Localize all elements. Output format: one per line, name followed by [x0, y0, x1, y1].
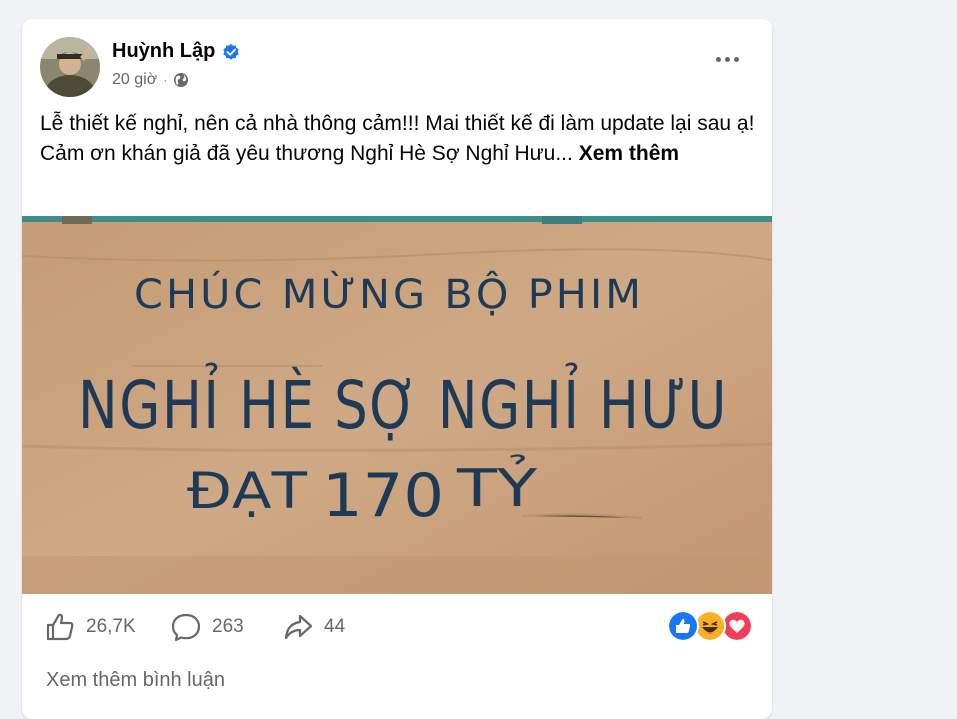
share-arrow-icon — [284, 614, 313, 640]
author-name-row: Huỳnh Lập — [112, 40, 240, 63]
photo-line1: CHÚC MỪNG BỘ PHIM — [134, 269, 644, 318]
reaction-summary[interactable] — [667, 610, 757, 642]
photo-line3-prefix: ĐẠT — [187, 462, 308, 520]
post-text-line1: Lễ thiết kế nghỉ, nên cả nhà thông cảm!!… — [40, 112, 755, 135]
comment-bubble-icon — [171, 613, 201, 642]
comment-count: 263 — [212, 616, 244, 637]
view-more-comments-link[interactable]: Xem thêm bình luận — [46, 669, 225, 692]
post-meta: 20 giờ · — [112, 71, 189, 89]
author-avatar[interactable] — [40, 37, 100, 97]
thumbs-up-icon — [46, 613, 74, 641]
photo-line3-suffix: TỶ — [456, 454, 538, 519]
like-count: 26,7K — [86, 616, 136, 637]
share-count: 44 — [324, 616, 346, 637]
author-name[interactable]: Huỳnh Lập — [112, 40, 215, 63]
globe-icon[interactable] — [173, 72, 189, 88]
post-photo[interactable]: CHÚC MỪNG BỘ PHIM NGHỈ HÈ SỢ NGHỈ HƯU ĐẠ… — [22, 216, 772, 594]
verified-badge-icon — [223, 43, 240, 60]
see-more-link[interactable]: Xem thêm — [579, 142, 679, 165]
photo-line3-number: 170 — [322, 461, 444, 531]
post-time[interactable]: 20 giờ — [112, 71, 157, 89]
more-options-icon[interactable] — [712, 49, 742, 69]
comment-button[interactable]: 263 — [170, 611, 244, 643]
photo-line2: NGHỈ HÈ SỢ NGHỈ HƯU — [78, 362, 728, 444]
share-button[interactable]: 44 — [282, 611, 345, 643]
post-text-line2: Cảm ơn khán giả đã yêu thương Nghỉ Hè Sợ… — [40, 139, 760, 169]
meta-separator: · — [163, 73, 168, 87]
post-card: Huỳnh Lập 20 giờ · Lễ thiết kế nghỉ, nên… — [22, 19, 772, 719]
post-text: Lễ thiết kế nghỉ, nên cả nhà thông cảm!!… — [40, 109, 760, 169]
like-reaction-icon — [667, 610, 699, 642]
like-button[interactable]: 26,7K — [44, 611, 136, 643]
post-text-line2-content: Cảm ơn khán giả đã yêu thương Nghỉ Hè Sợ… — [40, 142, 573, 165]
